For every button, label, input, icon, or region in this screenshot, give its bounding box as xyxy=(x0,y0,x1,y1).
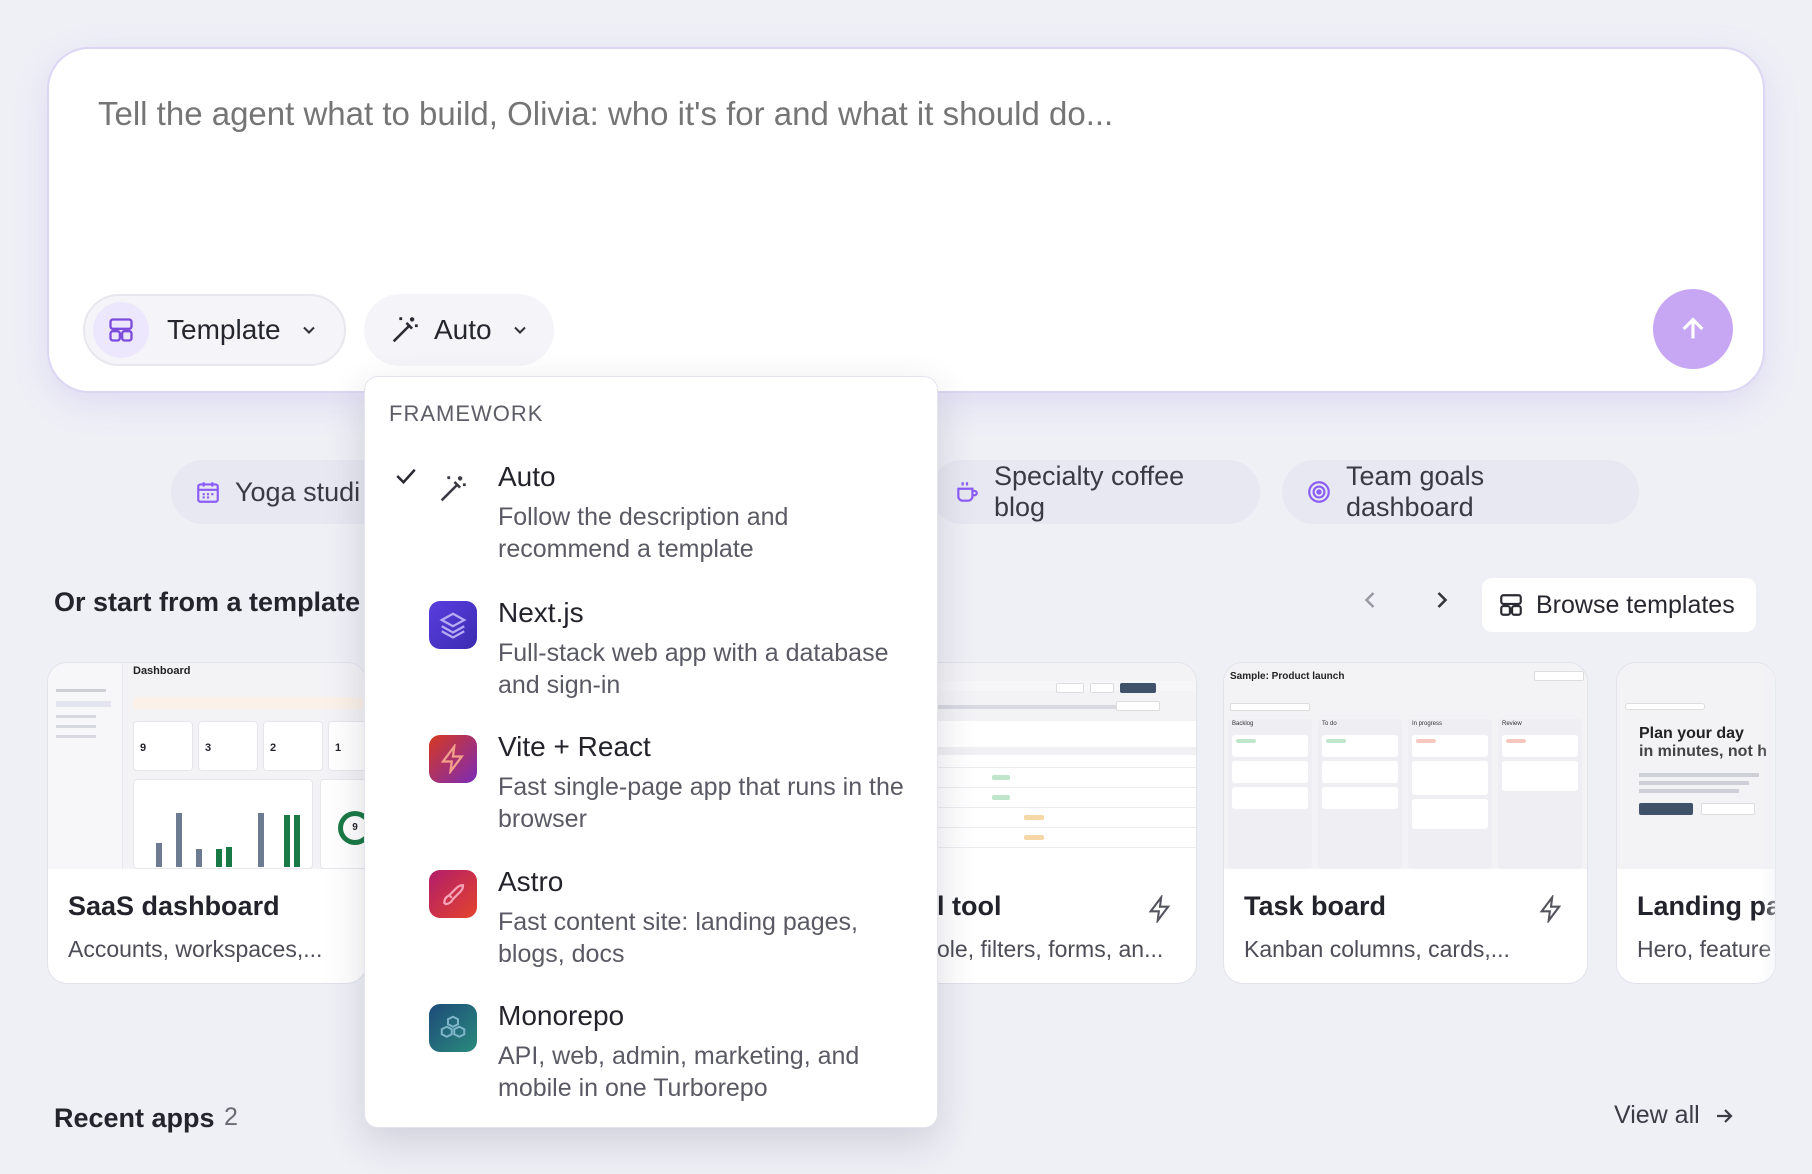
checkmark-icon xyxy=(391,461,421,491)
lightning-bolt-icon xyxy=(429,735,477,783)
carousel-next-button[interactable] xyxy=(1428,586,1456,614)
suggestion-label: Team goals dashboard xyxy=(1346,461,1485,522)
layout-icon xyxy=(93,302,149,358)
framework-option-desc: API, web, admin, marketing, and mobile i… xyxy=(498,1042,860,1102)
thumb-heading: Dashboard xyxy=(133,665,191,677)
prompt-input[interactable] xyxy=(98,95,1598,133)
carousel-prev-button[interactable] xyxy=(1356,586,1384,614)
chevron-down-icon xyxy=(510,320,530,340)
template-preview-image: Sample: Product launch Backlog To do In … xyxy=(1224,663,1587,869)
thumb-heading: Plan your day xyxy=(1639,725,1744,742)
framework-option-name: Next.js xyxy=(498,597,584,628)
magic-wand-icon xyxy=(429,465,477,513)
suggestion-chip[interactable]: Team goals dashboard xyxy=(1282,460,1639,524)
framework-chip-label: Auto xyxy=(434,314,492,345)
framework-selector[interactable]: Auto xyxy=(364,294,554,366)
rocket-icon xyxy=(429,870,477,918)
template-card[interactable]: l tool ole, filters, forms, an... xyxy=(905,662,1197,984)
chevron-right-icon xyxy=(1428,586,1456,614)
framework-option-desc: Fast single-page app that runs in the br… xyxy=(498,773,904,833)
thumb-column: Review xyxy=(1502,721,1522,727)
suggestion-chip[interactable]: Specialty coffee blog xyxy=(930,460,1260,524)
thumb-column: To do xyxy=(1322,721,1337,727)
templates-section-title: Or start from a template xyxy=(54,587,361,617)
template-card-desc: Kanban columns, cards,... xyxy=(1244,936,1510,962)
send-button[interactable] xyxy=(1653,289,1733,369)
thumb-donut: 9 xyxy=(338,811,366,845)
calendar-icon xyxy=(195,479,221,505)
template-preview-image: Dashboard 9 3 2 1 9 xyxy=(48,663,366,869)
template-card-desc: Accounts, workspaces,... xyxy=(68,936,323,962)
framework-option-auto[interactable]: Auto Follow the description and recommen… xyxy=(365,461,937,591)
coffee-cup-icon xyxy=(954,479,980,505)
magic-wand-icon xyxy=(388,313,422,347)
suggestion-label: Specialty coffee blog xyxy=(994,461,1185,522)
template-card[interactable]: Sample: Product launch Backlog To do In … xyxy=(1223,662,1588,984)
template-chip-label: Template xyxy=(167,314,281,345)
layout-icon xyxy=(1498,592,1524,618)
browse-templates-button[interactable]: Browse templates xyxy=(1482,578,1756,632)
thumb-stat: 3 xyxy=(198,721,258,771)
lightning-bolt-icon xyxy=(1537,895,1565,923)
template-preview-image xyxy=(906,663,1196,869)
carousel-fade xyxy=(1760,650,1812,995)
template-card-desc: ole, filters, forms, an... xyxy=(937,936,1164,962)
framework-option-nextjs[interactable]: Next.js Full-stack web app with a databa… xyxy=(365,597,937,727)
boxes-icon xyxy=(429,1004,477,1052)
framework-option-desc: Follow the description and recommend a t… xyxy=(498,503,789,563)
framework-option-desc: Full-stack web app with a database and s… xyxy=(498,639,889,699)
prompt-composer: Template Auto xyxy=(47,47,1765,393)
chevron-down-icon xyxy=(299,320,319,340)
thumb-stat: 2 xyxy=(263,721,323,771)
template-card-title: Landing pa xyxy=(1637,891,1776,921)
view-all-label: View all xyxy=(1614,1101,1700,1129)
thumb-heading: in minutes, not h xyxy=(1639,743,1767,760)
template-card-title: SaaS dashboard xyxy=(68,891,280,921)
framework-option-name: Auto xyxy=(498,461,556,492)
thumb-column: Backlog xyxy=(1232,721,1254,727)
template-selector[interactable]: Template xyxy=(83,294,346,366)
template-card-desc: Hero, feature xyxy=(1637,936,1772,962)
template-card[interactable]: Plan your day in minutes, not h Landing … xyxy=(1616,662,1776,984)
arrow-up-icon xyxy=(1677,313,1709,345)
framework-option-name: Vite + React xyxy=(498,731,651,762)
framework-option-name: Monorepo xyxy=(498,1000,625,1031)
dropdown-heading: FRAMEWORK xyxy=(389,401,544,426)
view-all-link[interactable]: View all xyxy=(1614,1101,1736,1130)
thumb-stat: 9 xyxy=(133,721,193,771)
suggestion-label: Yoga studi xyxy=(235,476,361,507)
template-preview-image: Plan your day in minutes, not h xyxy=(1617,663,1775,869)
framework-option-desc: Fast content site: landing pages, blogs,… xyxy=(498,908,858,968)
thumb-heading: Sample: Product launch xyxy=(1230,671,1345,682)
lightning-bolt-icon xyxy=(1146,895,1174,923)
chevron-left-icon xyxy=(1356,586,1384,614)
framework-option-monorepo[interactable]: Monorepo API, web, admin, marketing, and… xyxy=(365,1000,937,1130)
recent-apps-title: Recent apps xyxy=(54,1103,215,1133)
framework-option-vite-react[interactable]: Vite + React Fast single-page app that r… xyxy=(365,731,937,861)
template-card[interactable]: Dashboard 9 3 2 1 9 SaaS dashboard Accou… xyxy=(47,662,367,984)
template-card-title: l tool xyxy=(937,891,1002,921)
recent-apps-count: 2 xyxy=(224,1103,238,1131)
target-icon xyxy=(1306,479,1332,505)
thumb-stat: 1 xyxy=(328,721,366,771)
framework-option-name: Astro xyxy=(498,866,564,897)
browse-templates-label: Browse templates xyxy=(1536,590,1735,619)
thumb-column: In progress xyxy=(1412,721,1443,727)
layers-icon xyxy=(429,601,477,649)
template-card-title: Task board xyxy=(1244,891,1387,921)
framework-dropdown: FRAMEWORK Auto Follow the description an… xyxy=(364,376,938,1128)
framework-option-astro[interactable]: Astro Fast content site: landing pages, … xyxy=(365,866,937,996)
arrow-right-icon xyxy=(1712,1104,1736,1128)
